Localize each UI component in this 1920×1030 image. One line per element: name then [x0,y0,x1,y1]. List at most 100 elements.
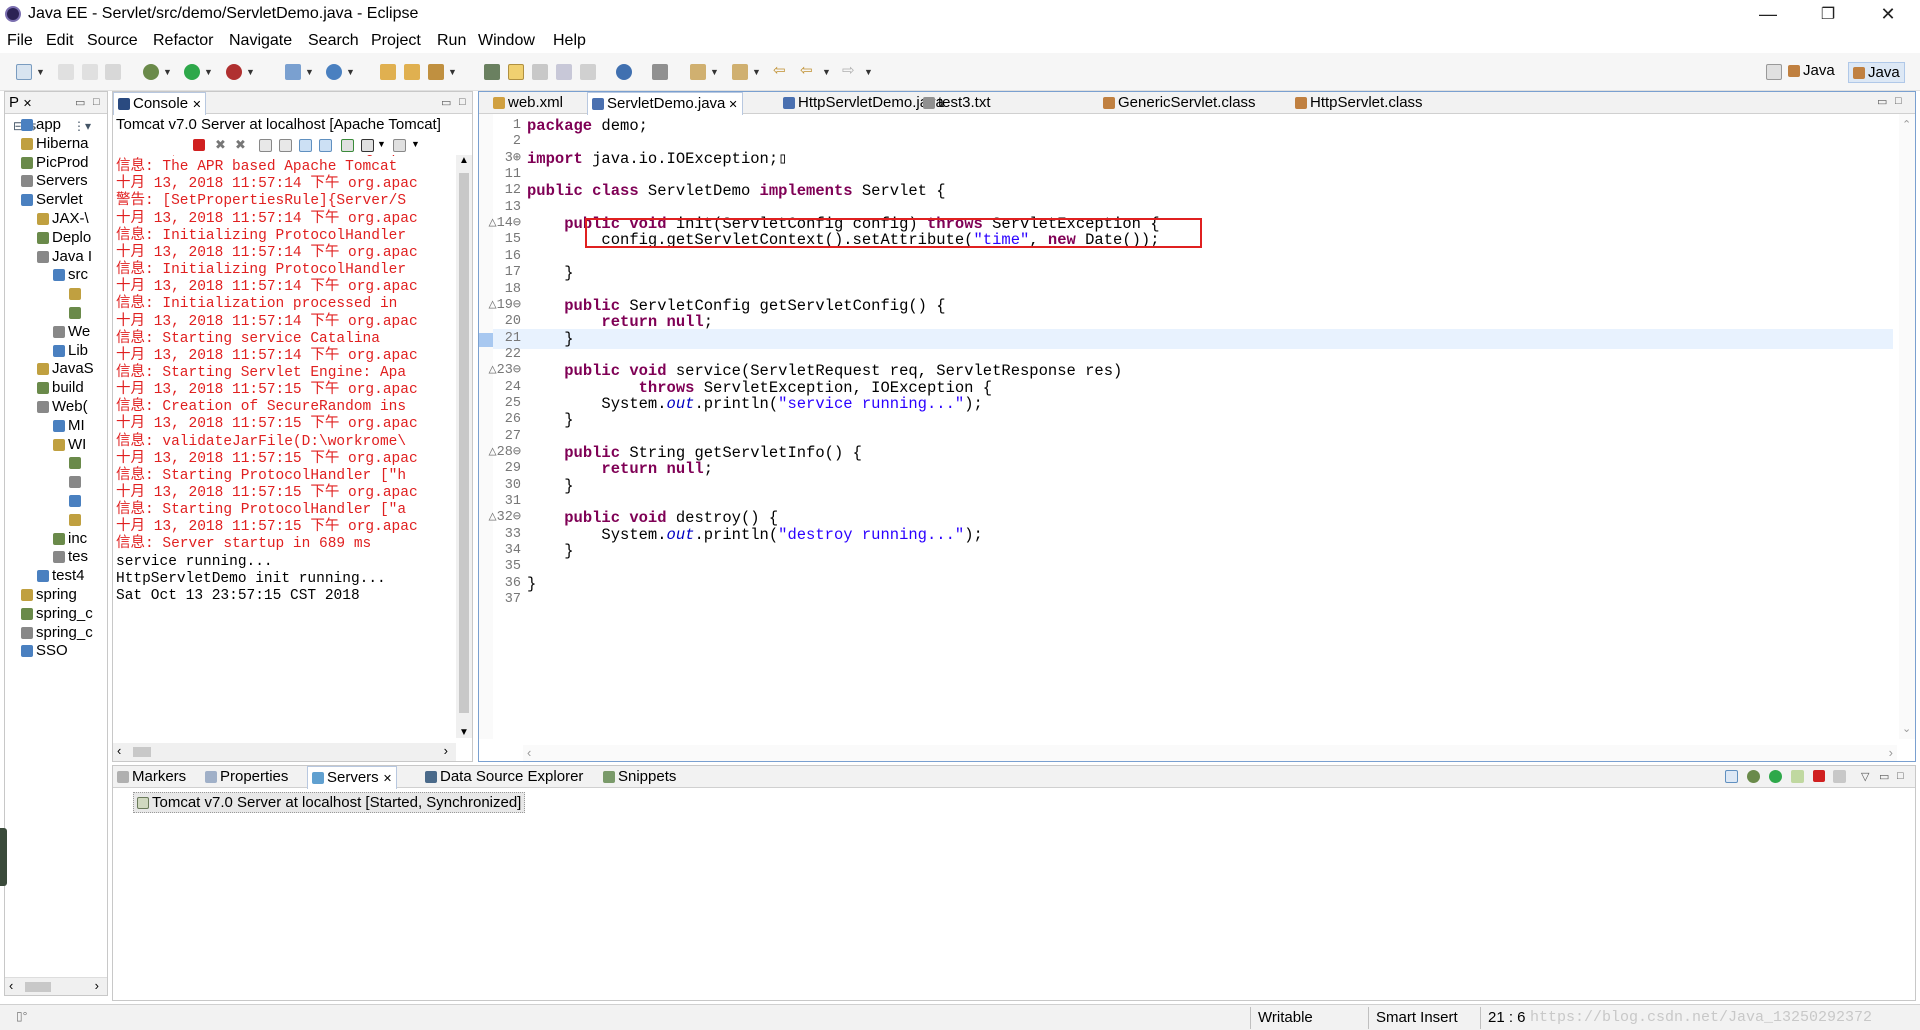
minimize-icon[interactable]: ▭ [75,96,85,109]
remove-launch-icon[interactable]: ✖ [215,137,226,153]
menu-file[interactable]: File [7,32,33,50]
minimize-icon[interactable]: ▭ [441,96,451,109]
tree-item[interactable]: tes [53,548,88,565]
close-icon[interactable]: ✕ [383,773,392,785]
minimize-icon[interactable]: ▭ [1877,95,1887,108]
open-perspective-icon[interactable] [1766,64,1782,80]
tree-item[interactable] [69,454,84,471]
new-class-icon[interactable] [326,64,342,80]
view-menu-icon[interactable]: ⋮▾ [73,119,91,133]
chevron-down-icon[interactable]: ▼ [377,139,386,149]
tree-item[interactable]: build [37,379,84,396]
search-icon[interactable] [428,64,444,80]
tree-item[interactable]: spring [21,586,77,603]
perspective-java[interactable]: Java [1788,62,1835,79]
debug-server-icon[interactable] [1747,770,1760,783]
highlight-icon[interactable] [508,64,524,80]
print-icon[interactable] [105,64,121,80]
remove-all-icon[interactable]: ✖ [235,137,246,153]
start-server-icon[interactable] [1769,770,1782,783]
tree-item[interactable]: Lib [53,342,88,359]
scroll-left-icon[interactable]: ‹ [527,745,531,760]
code-editor[interactable]: 1 package demo; 2 3⊕ import java.io.IOExcept… [479,114,1899,714]
scroll-down-icon[interactable]: ⌄ [1902,722,1911,735]
chevron-down-icon[interactable]: ▼ [411,139,420,149]
run-icon[interactable] [184,64,200,80]
menu-help[interactable]: Help [553,32,586,50]
globe-icon[interactable] [616,64,632,80]
tree-item[interactable]: We [53,323,90,340]
tree-item[interactable]: PicProd [21,154,89,171]
tree-item[interactable] [69,511,84,528]
collapse-all-icon[interactable] [1725,770,1738,783]
code-line[interactable]: System.out.println("destroy running...")… [527,525,982,545]
tree-item[interactable]: Java I [37,248,92,265]
explorer-hscrollbar[interactable]: ‹ › [5,977,107,995]
debug-icon[interactable] [143,64,159,80]
forward-icon[interactable]: ⇨ [842,61,855,79]
tree-item[interactable]: Servers [21,172,88,189]
maximize-icon[interactable]: □ [93,96,100,108]
publish-icon[interactable] [1833,770,1846,783]
block-select-icon[interactable] [532,64,548,80]
code-line[interactable]: } [527,263,573,283]
close-button[interactable]: ✕ [1860,0,1916,29]
tree-item[interactable] [69,492,84,509]
code-line[interactable]: System.out.println("service running...")… [527,394,982,414]
paragraph-icon[interactable] [580,64,596,80]
chevron-down-icon[interactable]: ▼ [36,67,45,77]
menu-project[interactable]: Project [371,32,421,50]
back-icon[interactable]: ⇦ [800,61,813,79]
chevron-down-icon[interactable]: ▼ [752,67,761,77]
tree-item[interactable]: Hiberna [21,135,89,152]
external-tools-icon[interactable] [226,64,242,80]
scroll-up-icon[interactable]: ⌃ [1902,118,1911,131]
scroll-thumb[interactable] [459,173,469,713]
scroll-right-icon[interactable]: › [444,743,448,758]
tree-item[interactable]: SSO [21,642,68,659]
toggle-mark-icon[interactable] [484,64,500,80]
tree-item[interactable]: MI [53,417,85,434]
chevron-down-icon[interactable]: ▼ [448,67,457,77]
minimize-icon[interactable]: ▭ [1879,770,1889,783]
show-whitespace-icon[interactable] [556,64,572,80]
save-icon[interactable] [58,64,74,80]
editor-tab[interactable]: web.xml [489,92,567,114]
console-hscrollbar[interactable]: ‹ › [113,743,456,761]
tab-package-explorer[interactable]: P ✕ [5,92,36,114]
new-server-icon[interactable] [285,64,301,80]
next-annotation-icon[interactable] [690,64,706,80]
tab-properties[interactable]: Properties [201,766,292,788]
menu-edit[interactable]: Edit [46,32,74,50]
editor-hscrollbar[interactable]: ‹ › [523,745,1897,761]
maximize-icon[interactable]: □ [459,96,466,108]
code-line[interactable]: public class ServletDemo implements Serv… [527,181,946,201]
scroll-up-icon[interactable]: ▲ [459,155,469,166]
chevron-down-icon[interactable]: ▼ [710,67,719,77]
chevron-down-icon[interactable]: ▼ [204,67,213,77]
tree-item[interactable]: inc [53,530,87,547]
menu-search[interactable]: Search [308,32,359,50]
code-line[interactable]: } [527,574,536,594]
scroll-down-icon[interactable]: ▼ [459,727,469,738]
code-line[interactable]: import java.io.IOException;▯ [527,149,787,169]
chevron-down-icon[interactable]: ▼ [346,67,355,77]
scroll-thumb[interactable] [133,747,151,757]
close-icon[interactable]: ✕ [725,99,737,111]
tree-item[interactable]: Servlet [21,191,83,208]
scroll-left-icon[interactable]: ‹ [9,978,13,993]
code-line[interactable]: } [527,476,573,496]
open-console-icon[interactable] [393,139,406,152]
menu-refactor[interactable]: Refactor [153,32,213,50]
code-line[interactable]: } [527,329,573,349]
stop-server-icon[interactable] [1813,770,1825,782]
tab-snippets[interactable]: Snippets [599,766,680,788]
console-output[interactable]: 十月 13, 2018 11:57:14 下午 org.apac信息: The … [116,155,462,738]
code-line[interactable]: } [527,410,573,430]
last-edit-icon[interactable]: ⇦ [773,61,786,79]
tree-item[interactable] [69,304,84,321]
code-line[interactable]: package demo; [527,116,648,136]
menu-navigate[interactable]: Navigate [229,32,292,50]
save-all-icon[interactable] [82,64,98,80]
tree-item[interactable]: JAX-\ [37,210,89,227]
